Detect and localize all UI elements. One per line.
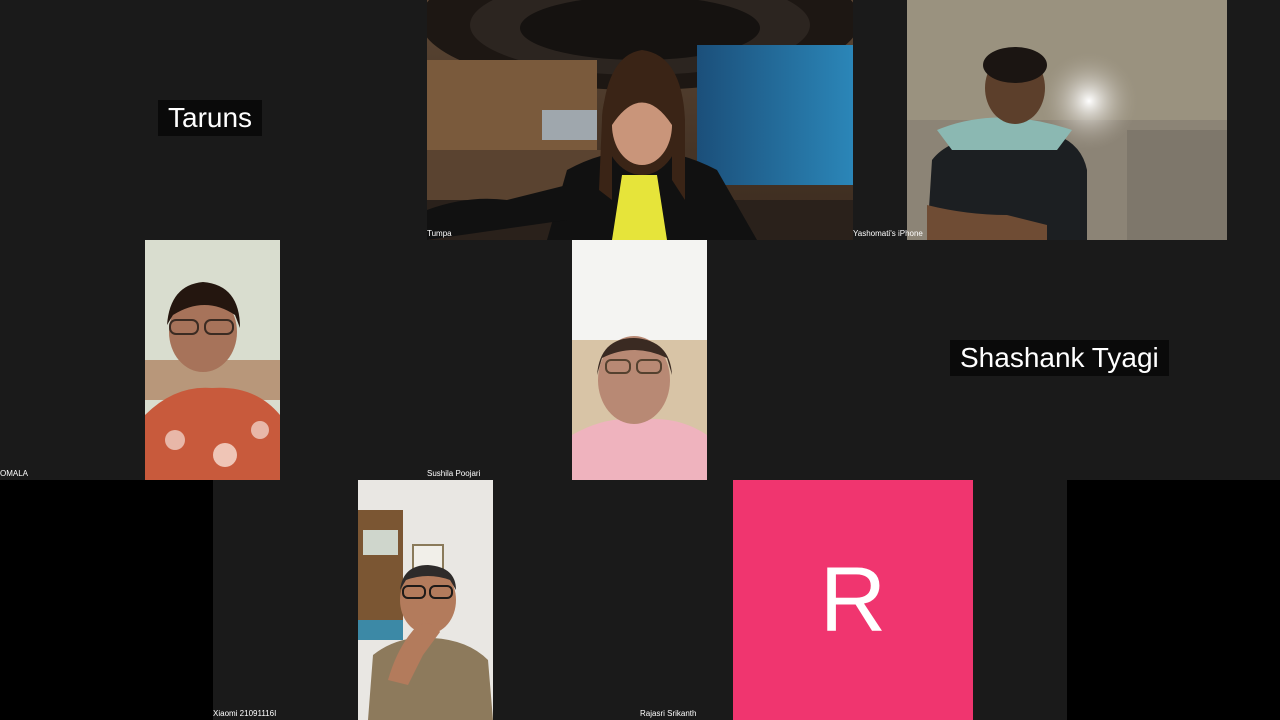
participant-video [572, 240, 707, 480]
participant-name-label: Tumpa [427, 229, 452, 238]
participant-name-placard: Shashank Tyagi [950, 340, 1169, 376]
video-letterbox [0, 480, 213, 720]
participant-name-label: OMALA [0, 469, 29, 478]
participant-name-label: Yashomati's iPhone [853, 229, 923, 238]
participant-video [145, 240, 280, 480]
participant-tile-rajasri[interactable]: R Rajasri Srikanth [640, 480, 1067, 720]
participant-name-placard: Taruns [158, 100, 263, 136]
video-letterbox [1067, 480, 1280, 720]
participant-tile-sushila[interactable]: Sushila Poojari [427, 240, 853, 480]
avatar-initial: R [819, 548, 887, 651]
participant-video [358, 480, 493, 720]
participant-tile-taruns[interactable]: Taruns [0, 0, 427, 240]
participant-name-label: Xiaomi 21091116I [213, 709, 277, 718]
participant-video [907, 0, 1227, 240]
participant-video [427, 0, 853, 240]
participant-tile-shashank[interactable]: Shashank Tyagi [853, 240, 1280, 480]
participant-name-label: Rajasri Srikanth [640, 709, 697, 718]
participant-tile-xiaomi[interactable]: Xiaomi 21091116I [213, 480, 640, 720]
participant-tile-omala[interactable]: OMALA [0, 240, 427, 480]
participant-tile-tumpa[interactable]: Tumpa [427, 0, 853, 240]
participant-name-label: Sushila Poojari [427, 469, 481, 478]
participant-tile-yashomati[interactable]: Yashomati's iPhone [853, 0, 1280, 240]
avatar: R [733, 480, 973, 720]
